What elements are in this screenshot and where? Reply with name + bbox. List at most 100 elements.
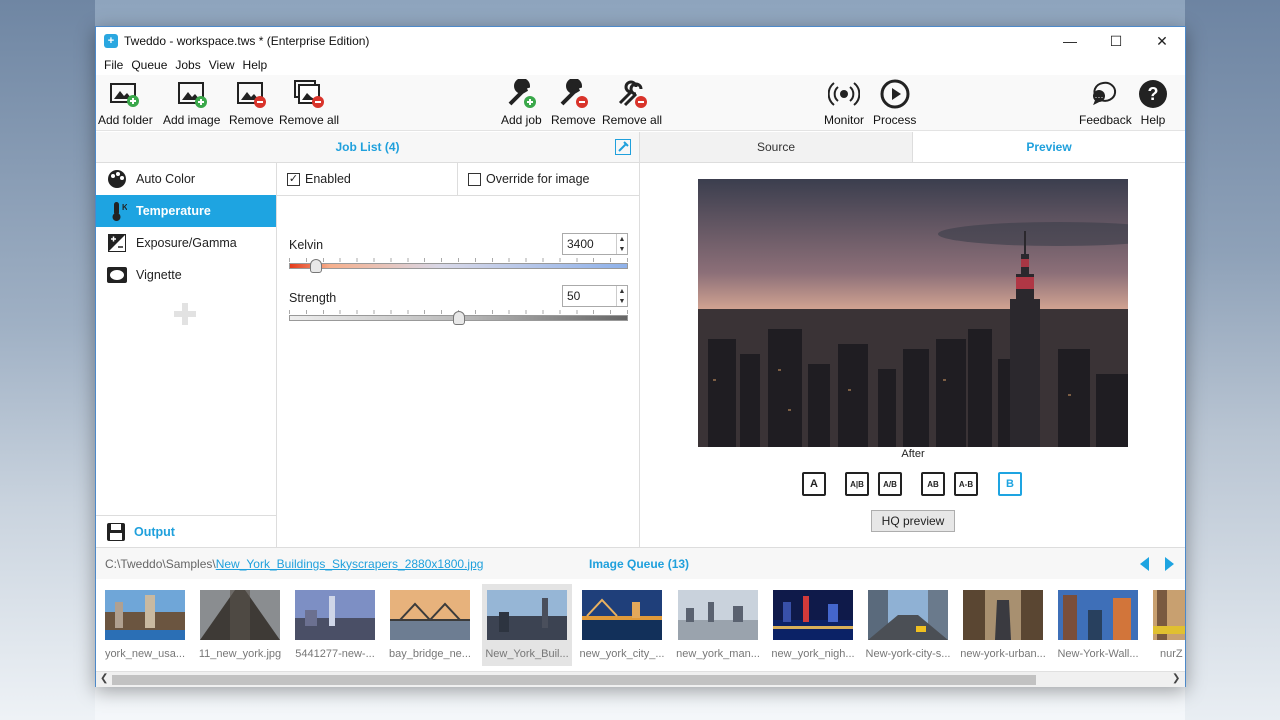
kelvin-spinbox[interactable]: 3400 ▲ ▼ [562, 233, 628, 255]
remove-job-label: Remove [551, 113, 596, 127]
enabled-checkbox[interactable]: ✓ Enabled [277, 163, 458, 195]
add-folder-label: Add folder [98, 113, 153, 127]
window-title: Tweddo - workspace.tws * (Enterprise Edi… [124, 34, 370, 48]
queue-item[interactable]: york_new_usa... [100, 584, 190, 666]
thumbnail-image [582, 590, 662, 640]
compare-overlay-horizontal-button[interactable]: A-B [954, 472, 978, 496]
queue-item-selected[interactable]: New_York_Buil... [482, 584, 572, 666]
effect-options: ✓ Enabled Override for image [277, 163, 639, 196]
queue-item[interactable]: new_york_man... [673, 584, 763, 666]
help-button[interactable]: ? Help [1136, 77, 1170, 127]
monitor-button[interactable]: Monitor [824, 77, 864, 127]
tab-preview[interactable]: Preview [913, 132, 1185, 162]
effect-auto-color[interactable]: Auto Color [96, 163, 276, 195]
enabled-label: Enabled [305, 172, 351, 186]
feedback-button[interactable]: ··· Feedback [1079, 77, 1132, 127]
edit-job-icon[interactable] [615, 139, 631, 155]
output-section[interactable]: Output [96, 515, 277, 547]
queue-next-arrow-icon[interactable] [1164, 557, 1174, 571]
menu-bar: File Queue Jobs View Help [96, 55, 1185, 75]
job-list-header: Job List (4) [96, 132, 640, 163]
queue-item-caption: nurZ [1160, 648, 1183, 660]
thumbnail-image [868, 590, 948, 640]
spin-arrows-icon[interactable]: ▲ ▼ [616, 234, 627, 254]
override-for-image-checkbox[interactable]: Override for image [458, 163, 590, 195]
queue-item[interactable]: new-york-urban... [958, 584, 1048, 666]
queue-item[interactable]: nurZ [1148, 584, 1185, 666]
queue-item-caption: New-york-city-s... [865, 648, 951, 660]
queue-item[interactable]: 11_new_york.jpg [195, 584, 285, 666]
add-folder-button[interactable]: Add folder [98, 77, 153, 127]
remove-image-button[interactable]: Remove [229, 77, 274, 127]
add-image-icon [175, 77, 209, 111]
queue-item[interactable]: New-york-city-s... [863, 584, 953, 666]
queue-item-caption: new_york_man... [676, 648, 760, 660]
hq-preview-button[interactable]: HQ preview [871, 510, 955, 532]
feedback-label: Feedback [1079, 113, 1132, 127]
add-job-wrench-icon [504, 77, 538, 111]
add-job-button[interactable]: Add job [501, 77, 542, 127]
queue-item-caption: 5441277-new-... [295, 648, 375, 660]
svg-text:?: ? [1148, 84, 1159, 104]
kelvin-value: 3400 [567, 237, 594, 251]
compare-split-vertical-button[interactable]: A|B [845, 472, 869, 496]
menu-file[interactable]: File [100, 58, 127, 72]
process-label: Process [873, 113, 917, 127]
queue-item[interactable]: bay_bridge_ne... [385, 584, 475, 666]
thumbnail-image [487, 590, 567, 640]
strength-slider-thumb[interactable] [452, 311, 465, 325]
override-label: Override for image [486, 172, 590, 186]
preview-tabs: Source Preview [640, 132, 1185, 163]
scroll-right-arrow-icon[interactable]: ❯ [1172, 673, 1180, 684]
tab-source[interactable]: Source [640, 132, 913, 162]
menu-view[interactable]: View [205, 58, 239, 72]
scrollbar-thumb[interactable] [112, 675, 1036, 685]
svg-text:···: ··· [1095, 92, 1104, 102]
effect-temperature[interactable]: K Temperature [96, 195, 276, 227]
spin-arrows-icon[interactable]: ▲ ▼ [616, 286, 627, 306]
menu-jobs[interactable]: Jobs [171, 58, 204, 72]
queue-item[interactable]: new_york_city_... [577, 584, 667, 666]
close-button[interactable]: ✕ [1139, 27, 1185, 55]
remove-all-jobs-button[interactable]: Remove all [602, 77, 662, 127]
thumbnail-image [963, 590, 1043, 640]
compare-split-horizontal-button[interactable]: A/B [878, 472, 902, 496]
remove-job-button[interactable]: Remove [551, 77, 596, 127]
menu-help[interactable]: Help [239, 58, 272, 72]
effect-label: Auto Color [136, 172, 196, 186]
scroll-left-arrow-icon[interactable]: ❮ [100, 673, 108, 684]
horizontal-scrollbar[interactable]: ❮ ❯ [96, 671, 1185, 687]
image-path-file-link[interactable]: New_York_Buildings_Skyscrapers_2880x1800… [216, 557, 484, 571]
preview-pane: After A A|B A/B AB A-B B HQ preview [640, 163, 1185, 547]
strength-spinbox[interactable]: 50 ▲ ▼ [562, 285, 628, 307]
process-button[interactable]: Process [873, 77, 916, 127]
help-question-icon: ? [1136, 77, 1170, 111]
effect-exposure-gamma[interactable]: Exposure/Gamma [96, 227, 276, 259]
queue-item[interactable]: 5441277-new-... [290, 584, 380, 666]
queue-item[interactable]: new_york_nigh... [768, 584, 858, 666]
title-bar: + Tweddo - workspace.tws * (Enterprise E… [96, 27, 1185, 55]
job-list-title: Job List (4) [335, 140, 400, 154]
compare-a-button[interactable]: A [802, 472, 826, 496]
add-effect-plus-icon[interactable] [172, 301, 198, 327]
thumbnail-image [1153, 590, 1185, 640]
output-label: Output [134, 524, 175, 539]
thumbnail-image [773, 590, 853, 640]
compare-b-button[interactable]: B [998, 472, 1022, 496]
minimize-button[interactable]: — [1047, 27, 1093, 55]
preview-caption: After [901, 448, 925, 460]
image-queue-strip: york_new_usa... 11_new_york.jpg 5441277-… [96, 579, 1185, 671]
compare-overlay-vertical-button[interactable]: AB [921, 472, 945, 496]
kelvin-slider[interactable] [289, 263, 628, 269]
kelvin-slider-thumb[interactable] [310, 259, 323, 273]
effect-vignette[interactable]: Vignette [96, 259, 276, 291]
maximize-button[interactable]: ☐ [1093, 27, 1139, 55]
app-icon: + [104, 34, 118, 48]
queue-item-caption: 11_new_york.jpg [198, 648, 282, 660]
queue-item[interactable]: New-York-Wall... [1053, 584, 1143, 666]
menu-queue[interactable]: Queue [127, 58, 171, 72]
remove-all-images-button[interactable]: Remove all [279, 77, 339, 127]
feedback-icon: ··· [1088, 77, 1122, 111]
queue-previous-arrow-icon[interactable] [1140, 557, 1150, 571]
add-image-button[interactable]: Add image [163, 77, 220, 127]
